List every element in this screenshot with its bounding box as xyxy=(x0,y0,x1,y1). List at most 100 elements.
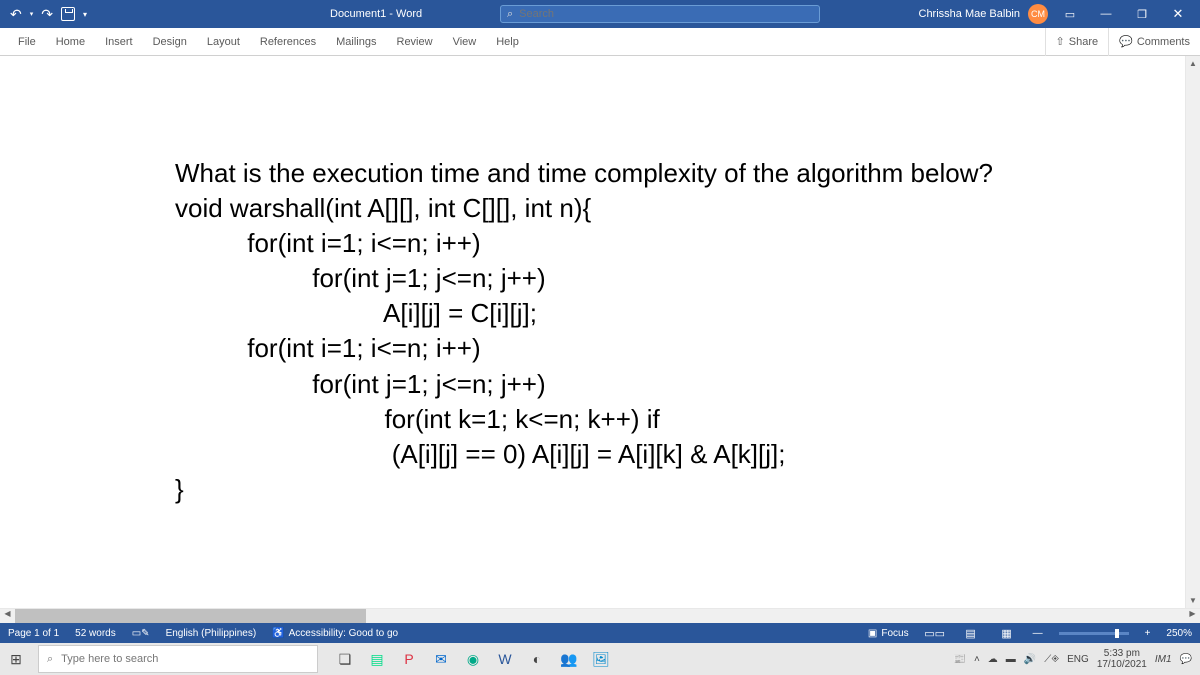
close-button[interactable]: ✕ xyxy=(1164,0,1192,28)
tab-layout[interactable]: Layout xyxy=(197,28,250,55)
document-area: What is the execution time and time comp… xyxy=(0,56,1200,608)
tab-file[interactable]: File xyxy=(8,28,46,55)
qat-customize[interactable]: ▾ xyxy=(83,10,87,19)
vertical-scrollbar[interactable]: ▲ ▼ xyxy=(1185,56,1200,608)
share-button[interactable]: ⇧ Share xyxy=(1045,28,1109,56)
taskbar-pinned: ❏ ▤ P ✉ ◉ W ◐ 👥 🖼 xyxy=(330,645,616,673)
edge-icon[interactable]: ◉ xyxy=(458,645,488,673)
accessibility-icon: ♿ xyxy=(272,628,284,639)
focus-icon: ▣ xyxy=(868,628,877,639)
doc-line: void warshall(int A[][], int C[][], int … xyxy=(175,191,1020,226)
volume-icon[interactable]: 🔊 xyxy=(1024,654,1036,665)
chrome-icon[interactable]: ◐ xyxy=(522,645,552,673)
doc-line: A[i][j] = C[i][j]; xyxy=(175,296,1020,331)
language-status[interactable]: English (Philippines) xyxy=(166,628,257,639)
news-icon[interactable]: 📰 xyxy=(954,654,966,665)
time-label: 5:33 pm xyxy=(1097,648,1147,659)
save-button[interactable] xyxy=(61,7,75,21)
share-icon: ⇧ xyxy=(1056,35,1065,48)
hscroll-track[interactable] xyxy=(15,609,1185,623)
store-icon[interactable]: ▤ xyxy=(362,645,392,673)
doc-line: (A[i][j] == 0) A[i][j] = A[i][k] & A[k][… xyxy=(175,437,1020,472)
taskbar: ⊞ ⌕ Type here to search ❏ ▤ P ✉ ◉ W ◐ 👥 … xyxy=(0,643,1200,675)
notifications-icon[interactable]: 💬 xyxy=(1180,654,1192,665)
search-icon: ⌕ xyxy=(507,8,513,21)
tab-review[interactable]: Review xyxy=(387,28,443,55)
doc-line: What is the execution time and time comp… xyxy=(175,156,1020,191)
taskbar-search-placeholder: Type here to search xyxy=(61,653,158,665)
comments-label: Comments xyxy=(1137,36,1190,48)
document-title-label: Document1 - Word xyxy=(330,8,422,20)
search-input[interactable] xyxy=(519,8,813,20)
system-tray: 📰 ˄ ☁ ▬ 🔊 ⟋◈ ENG 5:33 pm 17/10/2021 IM1 … xyxy=(954,648,1193,670)
zoom-in-button[interactable]: + xyxy=(1145,628,1151,639)
tab-design[interactable]: Design xyxy=(143,28,197,55)
wifi-icon[interactable]: ⟋◈ xyxy=(1044,654,1059,665)
zoom-slider[interactable] xyxy=(1059,632,1129,635)
powerpoint-icon[interactable]: P xyxy=(394,645,424,673)
focus-label: Focus xyxy=(881,628,908,639)
search-box[interactable]: ⌕ xyxy=(500,5,820,23)
redo-button[interactable]: ↷ xyxy=(41,6,53,23)
avatar[interactable]: CM xyxy=(1028,4,1048,24)
tab-home[interactable]: Home xyxy=(46,28,95,55)
taskbar-search[interactable]: ⌕ Type here to search xyxy=(38,645,318,673)
search-icon: ⌕ xyxy=(47,653,53,666)
title-bar: ↶ ▾ ↷ ▾ Document1 - Word ⌕ Chrissha Mae … xyxy=(0,0,1200,28)
teams-icon[interactable]: 👥 xyxy=(554,645,584,673)
status-bar: Page 1 of 1 52 words ▭✎ English (Philipp… xyxy=(0,623,1200,643)
scroll-right-button[interactable]: ▶ xyxy=(1185,609,1200,624)
scroll-up-button[interactable]: ▲ xyxy=(1186,56,1200,71)
word-icon[interactable]: W xyxy=(490,645,520,673)
comments-button[interactable]: 💬 Comments xyxy=(1108,28,1200,56)
tab-mailings[interactable]: Mailings xyxy=(326,28,386,55)
zoom-level[interactable]: 250% xyxy=(1166,628,1192,639)
tab-help[interactable]: Help xyxy=(486,28,529,55)
doc-line: for(int i=1; i<=n; i++) xyxy=(175,226,1020,261)
horizontal-scrollbar[interactable]: ◀ ▶ xyxy=(0,608,1200,623)
minimize-button[interactable]: — xyxy=(1092,0,1120,28)
photos-icon[interactable]: 🖼 xyxy=(586,645,616,673)
read-mode-button[interactable]: ▭▭ xyxy=(925,624,945,642)
ribbon: File Home Insert Design Layout Reference… xyxy=(0,28,1200,56)
date-label: 17/10/2021 xyxy=(1097,659,1147,670)
ime-indicator[interactable]: IM1 xyxy=(1155,654,1172,665)
doc-line: for(int j=1; j<=n; j++) xyxy=(175,261,1020,296)
spell-check-icon[interactable]: ▭✎ xyxy=(132,628,150,639)
accessibility-status[interactable]: ♿ Accessibility: Good to go xyxy=(272,628,398,639)
onedrive-icon[interactable]: ☁ xyxy=(988,654,998,665)
language-indicator[interactable]: ENG xyxy=(1067,654,1089,665)
user-area: Chrissha Mae Balbin CM ▭ — ❐ ✕ xyxy=(919,0,1200,28)
tab-references[interactable]: References xyxy=(250,28,326,55)
doc-line: } xyxy=(175,472,1020,507)
share-label: Share xyxy=(1069,36,1098,48)
start-button[interactable]: ⊞ xyxy=(0,643,32,675)
scroll-left-button[interactable]: ◀ xyxy=(0,609,15,624)
battery-icon[interactable]: ▬ xyxy=(1006,654,1016,665)
ribbon-display-options[interactable]: ▭ xyxy=(1056,0,1084,28)
zoom-out-button[interactable]: — xyxy=(1033,628,1043,639)
word-count[interactable]: 52 words xyxy=(75,628,116,639)
restore-button[interactable]: ❐ xyxy=(1128,0,1156,28)
quick-access-toolbar: ↶ ▾ ↷ ▾ xyxy=(0,6,87,23)
focus-mode-button[interactable]: ▣ Focus xyxy=(868,628,909,639)
accessibility-label: Accessibility: Good to go xyxy=(289,628,399,639)
print-layout-button[interactable]: ▤ xyxy=(961,624,981,642)
page-info[interactable]: Page 1 of 1 xyxy=(8,628,59,639)
web-layout-button[interactable]: ▦ xyxy=(997,624,1017,642)
tab-insert[interactable]: Insert xyxy=(95,28,143,55)
comments-icon: 💬 xyxy=(1119,35,1133,48)
undo-button[interactable]: ↶ xyxy=(10,6,22,23)
doc-line: for(int k=1; k<=n; k++) if xyxy=(175,402,1020,437)
page-content: What is the execution time and time comp… xyxy=(0,56,1185,507)
tab-view[interactable]: View xyxy=(443,28,487,55)
hscroll-thumb[interactable] xyxy=(15,609,366,623)
document-canvas[interactable]: What is the execution time and time comp… xyxy=(0,56,1185,608)
scroll-down-button[interactable]: ▼ xyxy=(1186,593,1200,608)
clock[interactable]: 5:33 pm 17/10/2021 xyxy=(1097,648,1147,670)
doc-line: for(int i=1; i<=n; i++) xyxy=(175,331,1020,366)
mail-icon[interactable]: ✉ xyxy=(426,645,456,673)
tray-chevron-icon[interactable]: ˄ xyxy=(974,654,980,665)
task-view-icon[interactable]: ❏ xyxy=(330,645,360,673)
undo-dropdown[interactable]: ▾ xyxy=(30,10,34,18)
